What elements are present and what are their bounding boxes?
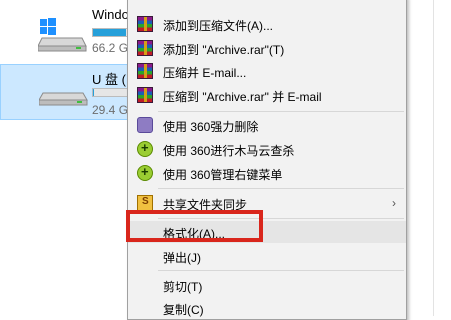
highlight-annotation bbox=[126, 210, 263, 242]
menu-item-label: 添加到 "Archive.rar"(T) bbox=[163, 43, 285, 57]
submenu-arrow-icon: › bbox=[392, 196, 396, 210]
menu-item-add-to-archive[interactable]: 添加到压缩文件(A)... bbox=[128, 13, 406, 35]
drive-name: Windo bbox=[92, 7, 129, 22]
menu-separator bbox=[158, 270, 404, 271]
menu-item-compress-to-rar-email[interactable]: 压缩到 "Archive.rar" 并 E-mail bbox=[128, 84, 406, 106]
menu-item-360-shred[interactable]: 使用 360强力删除 bbox=[128, 114, 406, 136]
pane-divider[interactable] bbox=[433, 0, 434, 316]
menu-item-label: 复制(C) bbox=[163, 303, 204, 317]
winrar-icon bbox=[137, 16, 153, 32]
menu-separator bbox=[158, 111, 404, 112]
menu-item-360-menu-manager[interactable]: 使用 360管理右键菜单 bbox=[128, 162, 406, 184]
menu-item-label: 使用 360强力删除 bbox=[163, 120, 259, 134]
menu-item-label: 剪切(T) bbox=[163, 280, 203, 294]
360-menu-icon bbox=[137, 164, 153, 181]
menu-item-label: 添加到压缩文件(A)... bbox=[163, 19, 273, 33]
drive-usage-fill bbox=[93, 89, 94, 96]
menu-item-add-to-archive-rar[interactable]: 添加到 "Archive.rar"(T) bbox=[128, 37, 406, 59]
menu-separator bbox=[158, 188, 404, 189]
usb-drive-icon bbox=[38, 89, 89, 109]
details-pane bbox=[407, 0, 451, 316]
drive-size: 66.2 G bbox=[92, 41, 129, 55]
menu-item-360-scan[interactable]: 使用 360进行木马云查杀 bbox=[128, 138, 406, 160]
winrar-icon bbox=[137, 87, 153, 103]
winrar-icon bbox=[137, 40, 153, 56]
menu-item-label: 压缩到 "Archive.rar" 并 E-mail bbox=[163, 90, 322, 104]
menu-item-label: 弹出(J) bbox=[163, 251, 201, 265]
360-scan-icon bbox=[137, 140, 153, 157]
windows-drive-icon bbox=[37, 16, 88, 52]
menu-item-label: 压缩并 E-mail... bbox=[163, 66, 247, 80]
menu-item-cut[interactable]: 剪切(T) bbox=[128, 274, 406, 296]
share-sync-icon bbox=[137, 195, 153, 211]
menu-item-label: 使用 360进行木马云查杀 bbox=[163, 144, 295, 158]
drive-size: 29.4 G bbox=[92, 103, 129, 117]
menu-item-compress-email[interactable]: 压缩并 E-mail... bbox=[128, 60, 406, 82]
drive-usage-fill bbox=[93, 29, 127, 36]
menu-item-eject[interactable]: 弹出(J) bbox=[128, 245, 406, 267]
context-menu: 添加到压缩文件(A)... 添加到 "Archive.rar"(T) 压缩并 E… bbox=[127, 0, 407, 320]
360-shred-icon bbox=[137, 117, 153, 133]
menu-item-label: 使用 360管理右键菜单 bbox=[163, 168, 283, 182]
winrar-icon bbox=[137, 63, 153, 79]
